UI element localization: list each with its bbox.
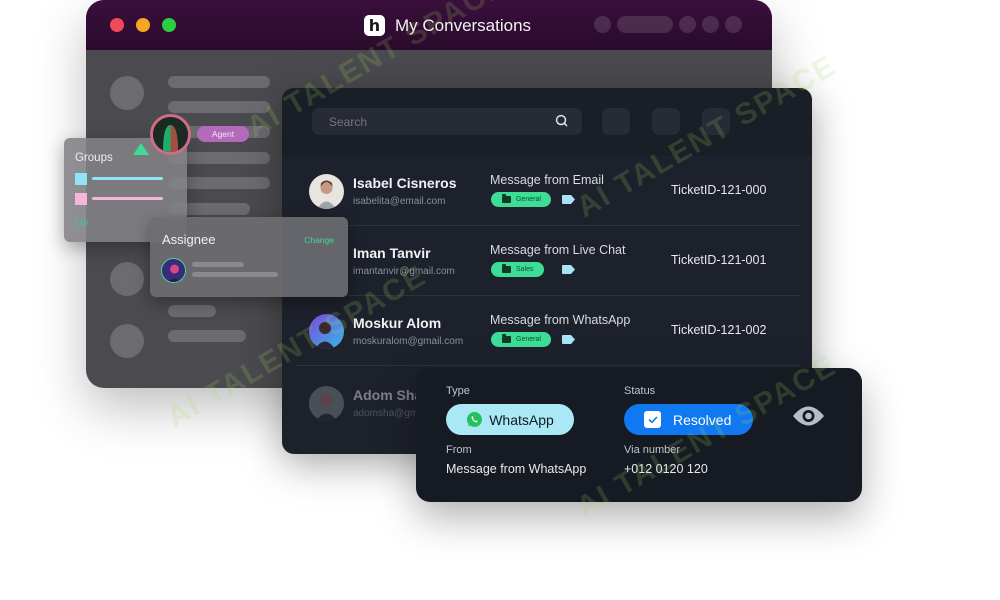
titlebar-controls <box>594 16 742 33</box>
assignee-card: Assignee Change <box>150 217 348 297</box>
titlebar-control-icon[interactable] <box>594 16 611 33</box>
label-tag-icon[interactable] <box>562 335 575 344</box>
placeholder-avatar <box>110 262 144 296</box>
ticket-id: TicketID-121-002 <box>671 323 767 337</box>
folder-icon <box>502 194 511 203</box>
search-icon[interactable] <box>555 114 568 127</box>
header-action-button[interactable] <box>652 108 680 135</box>
group-item-line[interactable] <box>92 177 163 180</box>
status-value: Resolved <box>673 411 732 428</box>
via-number-label: Via number <box>624 444 681 456</box>
conversation-row[interactable]: Iman Tanvir imantanvir@gmail.com Message… <box>282 226 812 296</box>
titlebar-control-icon[interactable] <box>679 16 696 33</box>
category-tag-label: General <box>516 336 541 343</box>
checkbox-checked-icon <box>644 411 661 428</box>
eye-icon[interactable] <box>792 403 825 429</box>
close-window-button[interactable] <box>110 18 124 32</box>
placeholder-line <box>168 101 270 113</box>
window-title-group: h My Conversations <box>364 15 531 36</box>
conversation-detail-card: Type WhatsApp Status Resolved From Messa… <box>416 368 862 502</box>
title-bar: h My Conversations <box>86 0 772 50</box>
titlebar-control-icon[interactable] <box>702 16 719 33</box>
status-badge[interactable]: Resolved <box>624 404 753 435</box>
message-source: Message from Live Chat <box>490 243 626 257</box>
category-tag[interactable]: General <box>491 192 551 207</box>
from-value: Message from WhatsApp <box>446 462 587 476</box>
category-tag-label: Sales <box>516 266 534 273</box>
header-action-button[interactable] <box>702 108 730 135</box>
message-source: Message from WhatsApp <box>490 313 631 327</box>
conversation-row[interactable]: Isabel Cisneros isabelita@email.com Mess… <box>282 156 812 226</box>
contact-name: Isabel Cisneros <box>353 175 457 191</box>
contact-email: imantanvir@gmail.com <box>353 266 455 277</box>
placeholder-line <box>168 76 270 88</box>
caret-up-icon <box>133 143 149 155</box>
window-title: My Conversations <box>395 15 532 35</box>
group-color-swatch[interactable] <box>75 173 87 185</box>
placeholder-line <box>168 305 216 317</box>
window-controls <box>110 18 176 32</box>
via-number-value: +012 0120 120 <box>624 462 708 476</box>
ticket-id: TicketID-121-000 <box>671 183 767 197</box>
placeholder-avatar <box>110 324 144 358</box>
ticket-id: TicketID-121-001 <box>671 253 767 267</box>
titlebar-control-icon[interactable] <box>725 16 742 33</box>
category-tag[interactable]: Sales <box>491 262 544 277</box>
whatsapp-icon <box>467 412 483 427</box>
assignee-change-link[interactable]: Change <box>304 235 334 245</box>
label-tag-icon[interactable] <box>562 195 575 204</box>
search-input[interactable] <box>329 114 529 129</box>
contact-avatar <box>309 174 344 209</box>
search-bar[interactable] <box>312 108 582 135</box>
minimize-window-button[interactable] <box>136 18 150 32</box>
contact-name: Iman Tanvir <box>353 245 431 261</box>
category-tag[interactable]: General <box>491 332 551 347</box>
label-tag-icon[interactable] <box>562 265 575 274</box>
conversation-row[interactable]: Moskur Alom moskuralom@gmail.com Message… <box>282 296 812 366</box>
type-value: WhatsApp <box>489 411 554 428</box>
row-divider <box>296 365 800 366</box>
group-color-swatch[interactable] <box>75 193 87 205</box>
contact-email: isabelita@email.com <box>353 196 446 207</box>
header-action-button[interactable] <box>602 108 630 135</box>
message-source: Message from Email <box>490 173 604 187</box>
status-label: Status <box>624 385 656 397</box>
type-badge[interactable]: WhatsApp <box>446 404 574 435</box>
from-label: From <box>446 444 472 456</box>
assignee-avatar <box>161 258 186 283</box>
assignee-placeholder-line <box>192 262 244 267</box>
titlebar-control-pill[interactable] <box>617 16 673 33</box>
assignee-title: Assignee <box>162 232 216 247</box>
category-tag-label: General <box>516 196 541 203</box>
groups-title: Groups <box>75 152 113 164</box>
conversation-list-header <box>282 88 812 156</box>
type-label: Type <box>446 385 470 397</box>
agent-badge: Agent <box>197 126 249 142</box>
folder-icon <box>502 264 511 273</box>
contact-avatar <box>309 386 344 421</box>
placeholder-line <box>168 330 246 342</box>
contact-avatar <box>309 314 344 349</box>
app-logo-icon: h <box>364 15 385 36</box>
assignee-placeholder-line <box>192 272 278 277</box>
placeholder-avatar <box>110 76 144 110</box>
folder-icon <box>502 334 511 343</box>
agent-avatar[interactable] <box>150 114 191 155</box>
contact-email: moskuralom@gmail.com <box>353 336 464 347</box>
group-item-line[interactable] <box>92 197 163 200</box>
contact-name: Moskur Alom <box>353 315 442 331</box>
maximize-window-button[interactable] <box>162 18 176 32</box>
contact-name: Adom Sha <box>353 387 423 403</box>
groups-edit-link[interactable]: Edit <box>75 218 89 227</box>
